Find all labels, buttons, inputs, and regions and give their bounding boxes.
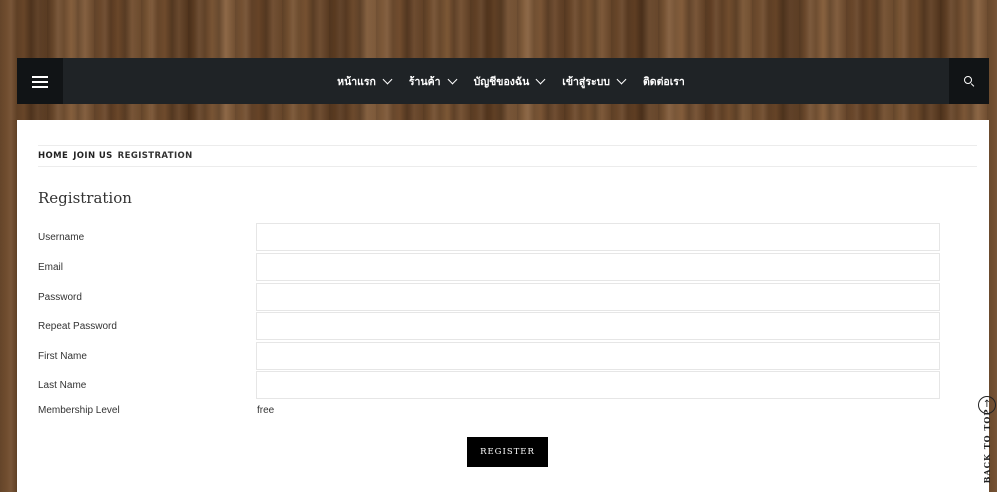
chevron-down-icon (382, 74, 393, 84)
chevron-down-icon (535, 74, 546, 84)
email-input[interactable] (256, 253, 940, 281)
chevron-down-icon (447, 74, 458, 84)
membership-label: Membership Level (38, 405, 120, 416)
repeat-password-label: Repeat Password (38, 321, 117, 332)
form-row-first-name: First Name (38, 342, 940, 370)
nav-item-login[interactable]: เข้าสู่ระบบ (562, 73, 627, 90)
breadcrumb: HOME JOIN US REGISTRATION (38, 145, 977, 167)
form-row-password: Password (38, 283, 940, 311)
first-name-label: First Name (38, 351, 87, 362)
last-name-label: Last Name (38, 380, 87, 391)
form-row-email: Email (38, 253, 940, 281)
username-label: Username (38, 232, 85, 243)
form-row-last-name: Last Name (38, 371, 940, 399)
nav-item-my-account[interactable]: บัญชีของฉัน (473, 73, 546, 90)
breadcrumb-join-link[interactable]: JOIN US (73, 151, 112, 161)
form-row-username: Username (38, 223, 940, 251)
last-name-input[interactable] (256, 371, 940, 399)
search-button[interactable] (949, 58, 989, 104)
back-to-top-button[interactable]: ↑ BACK TO TOP (977, 396, 997, 483)
nav-item-label: บัญชีของฉัน (473, 75, 530, 88)
form-row-repeat-password: Repeat Password (38, 312, 940, 340)
nav-item-label: เข้าสู่ระบบ (562, 75, 610, 88)
nav-item-shop[interactable]: ร้านค้า (408, 73, 458, 90)
page-title: Registration (38, 189, 132, 207)
form-row-membership: Membership Level free (38, 402, 940, 422)
register-button[interactable]: REGISTER (467, 437, 548, 467)
nav-menu: หน้าแรก ร้านค้า บัญชีของฉัน เข้าสู่ระบบ … (17, 58, 989, 104)
nav-item-label: ติดต่อเรา (642, 75, 685, 88)
repeat-password-input[interactable] (256, 312, 940, 340)
main-content: HOME JOIN US REGISTRATION Registration U… (17, 120, 989, 492)
membership-value: free (257, 405, 275, 416)
password-input[interactable] (256, 283, 940, 311)
first-name-input[interactable] (256, 342, 940, 370)
breadcrumb-home-link[interactable]: HOME (38, 151, 68, 161)
password-label: Password (38, 292, 82, 303)
search-icon (964, 76, 975, 87)
email-label: Email (38, 262, 64, 273)
nav-item-contact[interactable]: ติดต่อเรา (643, 73, 685, 90)
nav-item-label: ร้านค้า (408, 75, 441, 88)
back-to-top-label: BACK TO TOP (982, 408, 992, 484)
chevron-down-icon (616, 74, 627, 84)
nav-item-home[interactable]: หน้าแรก (337, 73, 393, 90)
main-navbar: หน้าแรก ร้านค้า บัญชีของฉัน เข้าสู่ระบบ … (17, 58, 989, 104)
breadcrumb-current: REGISTRATION (117, 151, 193, 161)
nav-item-label: หน้าแรก (337, 75, 376, 88)
username-input[interactable] (256, 223, 940, 251)
